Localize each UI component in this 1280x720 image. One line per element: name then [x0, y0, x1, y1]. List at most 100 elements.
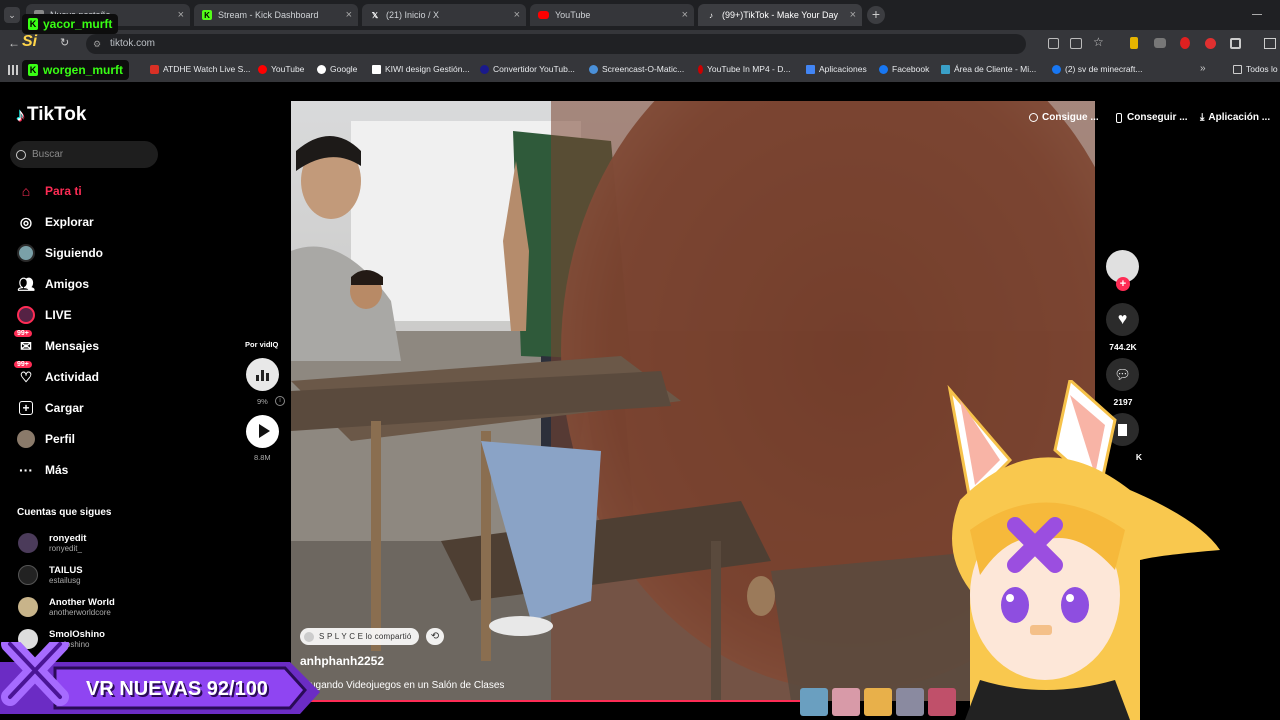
- bookmark-label: YouTube In MP4 - D...: [707, 64, 791, 74]
- get-coins-button[interactable]: Consigue ...: [1029, 112, 1099, 123]
- minimize-icon[interactable]: [1252, 14, 1262, 15]
- extensions-puzzle-icon[interactable]: [1230, 38, 1241, 49]
- bookmark-favicon-icon: [589, 64, 598, 74]
- streamer-name: yacor_murft: [43, 17, 113, 31]
- bookmark-item[interactable]: Facebook: [879, 64, 929, 74]
- bookmark-item[interactable]: (2) sv de minecraft...: [1052, 64, 1142, 74]
- extension-icon[interactable]: [1180, 37, 1190, 49]
- site-info-icon[interactable]: ⚙: [93, 34, 101, 54]
- bookmark-label: Todos lo: [1246, 64, 1278, 74]
- bookmark-favicon-icon: [480, 64, 489, 74]
- search-box[interactable]: Buscar: [10, 141, 158, 168]
- following-header: Cuentas que sigues: [17, 507, 112, 518]
- shared-by-text: S P L Y C E lo compartió: [319, 632, 412, 641]
- reload-icon[interactable]: ↻: [60, 36, 69, 49]
- bookmark-item[interactable]: Área de Cliente - Mi...: [941, 64, 1036, 74]
- extension-icon[interactable]: [1154, 38, 1166, 48]
- nav-label: Cargar: [45, 401, 84, 415]
- bookmark-item[interactable]: Google: [317, 64, 357, 74]
- heart-icon: ♥: [1117, 310, 1128, 328]
- phone-icon: [1116, 112, 1122, 123]
- nav-label: Siguiendo: [45, 246, 103, 260]
- bookmark-label: Screencast-O-Matic...: [602, 64, 685, 74]
- like-button[interactable]: ♥: [1106, 303, 1139, 336]
- bookmark-item[interactable]: ATDHE Watch Live S...: [150, 64, 250, 74]
- followed-account[interactable]: TAILUS estailusg: [18, 565, 83, 585]
- tab-tiktok[interactable]: ♪ (99+)TikTok - Make Your Day ×: [698, 4, 862, 26]
- close-icon[interactable]: ×: [346, 9, 352, 21]
- overlay-logo: Si: [22, 33, 38, 50]
- nav-label: Explorar: [45, 215, 94, 229]
- close-icon[interactable]: ×: [682, 9, 688, 21]
- nav-perfil[interactable]: Perfil: [16, 428, 75, 450]
- tab-x-home[interactable]: 𝕏 (21) Inicio / X ×: [362, 4, 526, 26]
- apps-grid-icon[interactable]: [8, 65, 18, 75]
- translate-icon[interactable]: [1048, 38, 1059, 49]
- install-icon[interactable]: [1070, 38, 1082, 49]
- nav-amigos[interactable]: 👥︎ Amigos: [16, 273, 89, 295]
- bookmark-item[interactable]: KIWI design Gestión...: [372, 64, 470, 74]
- account-name: SmolOshino: [49, 629, 105, 640]
- get-app-button[interactable]: Conseguir ...: [1116, 112, 1188, 123]
- vidiq-play-button[interactable]: [246, 415, 279, 448]
- extension-icon[interactable]: [1130, 37, 1138, 49]
- account-name: ronyedit: [49, 533, 87, 544]
- nav-mensajes[interactable]: ✉ 99+ Mensajes: [14, 330, 99, 357]
- followed-account[interactable]: ronyedit ronyedit_: [18, 533, 86, 553]
- tab-search-button[interactable]: ⌄: [4, 7, 20, 23]
- tab-youtube[interactable]: YouTube ×: [530, 4, 694, 26]
- back-icon[interactable]: ←: [8, 36, 20, 50]
- emote-icon: [864, 688, 892, 716]
- search-icon: [16, 149, 26, 160]
- bookmark-star-icon[interactable]: ☆: [1093, 35, 1104, 49]
- close-icon[interactable]: ×: [514, 9, 520, 21]
- followed-account[interactable]: Another World anotherworldcore: [18, 597, 115, 617]
- bookmark-item[interactable]: Aplicaciones: [806, 64, 867, 74]
- follow-plus-icon[interactable]: +: [1116, 277, 1130, 291]
- bookmark-item[interactable]: Convertidor YouTub...: [480, 64, 575, 74]
- bookmark-label: (2) sv de minecraft...: [1065, 64, 1143, 74]
- close-icon[interactable]: ×: [850, 9, 856, 21]
- emote-icon: [832, 688, 860, 716]
- bookmark-item[interactable]: YouTube: [258, 64, 304, 74]
- tiktok-sidebar: ♪ TikTok Buscar ⌂ Para ti ◎ Explorar Sig…: [0, 82, 290, 720]
- kick-icon: K: [202, 10, 212, 20]
- info-icon[interactable]: i: [275, 396, 285, 406]
- tab-kick-dashboard[interactable]: K Stream - Kick Dashboard ×: [194, 4, 358, 26]
- download-app-button[interactable]: ⤓ Aplicación ...: [1200, 112, 1270, 123]
- nav-explorar[interactable]: ◎ Explorar: [16, 211, 94, 233]
- account-user: ronyedit_: [49, 544, 82, 553]
- address-bar-row: ← ↻ ⚙ tiktok.com ☆: [0, 30, 1280, 58]
- video-progress-bar[interactable]: [291, 700, 805, 702]
- nav-cargar[interactable]: + Cargar: [16, 397, 84, 419]
- account-user: estailusg: [49, 576, 81, 585]
- bookmarks-bar: ATDHE Watch Live S... YouTube Google KIW…: [0, 58, 1280, 82]
- upload-icon: +: [16, 398, 36, 418]
- nav-live[interactable]: LIVE: [16, 304, 72, 326]
- coin-icon: [1029, 113, 1038, 122]
- bookmark-item[interactable]: Screencast-O-Matic...: [589, 64, 684, 74]
- all-bookmarks-folder[interactable]: Todos lo: [1233, 64, 1278, 74]
- repost-icon[interactable]: ⟲: [426, 628, 444, 645]
- new-tab-button[interactable]: +: [867, 6, 885, 24]
- bookmark-item[interactable]: YouTube In MP4 - D...: [698, 64, 790, 74]
- nav-mas[interactable]: ··· Más: [16, 459, 68, 481]
- vidiq-views: 8.8M: [254, 453, 271, 462]
- close-icon[interactable]: ×: [178, 9, 184, 21]
- nav-actividad[interactable]: ♡ 99+ Actividad: [14, 361, 99, 388]
- notification-badge: 99+: [14, 361, 32, 368]
- vidiq-label: Por vidIQ: [245, 340, 279, 349]
- browser-tab-bar: ⌄ Nueva pestaña × K Stream - Kick Dashbo…: [0, 0, 1280, 30]
- vidiq-stats-button[interactable]: [246, 358, 279, 391]
- sidebar-toggle-icon[interactable]: [1264, 38, 1276, 49]
- more-bookmarks-icon[interactable]: »: [1200, 63, 1206, 74]
- nav-siguiendo[interactable]: Siguiendo: [16, 242, 103, 264]
- folder-icon: [1233, 64, 1242, 74]
- account-name: TAILUS: [49, 565, 83, 576]
- activity-icon: ♡ 99+: [14, 361, 36, 387]
- extension-icon[interactable]: [1205, 38, 1216, 49]
- url-field[interactable]: ⚙ tiktok.com: [86, 34, 1026, 54]
- vidiq-percent: 9%: [257, 397, 268, 406]
- tiktok-logo[interactable]: ♪ TikTok: [16, 104, 86, 126]
- nav-para-ti[interactable]: ⌂ Para ti: [16, 180, 82, 202]
